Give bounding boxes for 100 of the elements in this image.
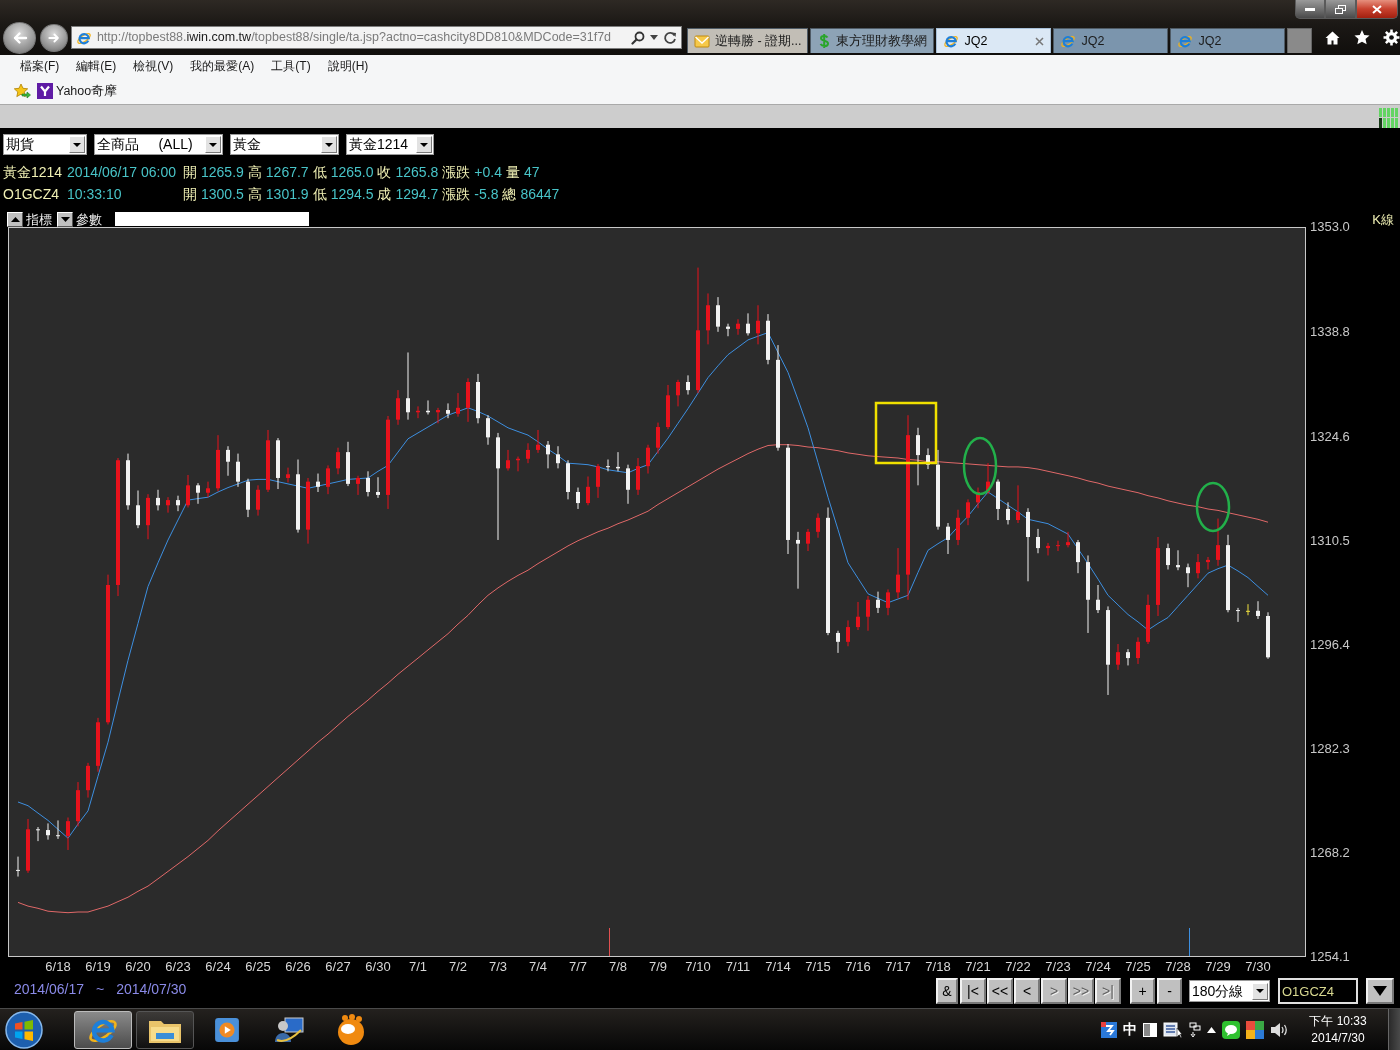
forward-button[interactable] bbox=[40, 23, 68, 52]
e-orbit-icon bbox=[1060, 33, 1077, 49]
date-axis-label: 6/18 bbox=[45, 959, 71, 975]
list-pointer-icon[interactable] bbox=[1163, 1021, 1183, 1038]
navigation-button[interactable]: |< bbox=[960, 978, 986, 1004]
zoom-button[interactable]: - bbox=[1157, 978, 1182, 1004]
quote-label: 低 bbox=[312, 186, 327, 203]
candlestick bbox=[1066, 531, 1070, 548]
speaker-icon[interactable] bbox=[1270, 1021, 1288, 1038]
clock-date[interactable]: 2014/7/30 bbox=[1306, 1029, 1370, 1047]
show-desktop-button[interactable] bbox=[1388, 1009, 1400, 1050]
browser-tab[interactable]: 東方理財教學網 bbox=[810, 28, 935, 53]
panel-toggle-button[interactable] bbox=[7, 211, 23, 227]
star-icon[interactable] bbox=[1353, 29, 1371, 46]
settings-icon[interactable] bbox=[1383, 29, 1400, 46]
bar-grid-icon bbox=[1379, 108, 1398, 128]
close-icon[interactable] bbox=[1035, 36, 1045, 46]
show-hidden-icons-icon[interactable] bbox=[1207, 1026, 1216, 1033]
restore-icon bbox=[1335, 4, 1346, 14]
quote-value: 1300.5 bbox=[201, 186, 244, 203]
taskbar-button[interactable] bbox=[136, 1010, 194, 1049]
candlestick bbox=[646, 444, 650, 475]
contract-select[interactable]: 黃金1214 bbox=[346, 134, 434, 155]
candlestick bbox=[1256, 600, 1260, 620]
candlestick bbox=[526, 442, 530, 464]
menu-item[interactable]: 我的最愛(A) bbox=[186, 59, 259, 74]
favorite-link[interactable]: Yahoo奇摩 bbox=[37, 83, 118, 99]
address-bar[interactable]: http://topbest88.iwin.com.tw/topbest88/single/ta.jsp?actno=cashcity8DD810&MDCode=31f7d bbox=[70, 26, 682, 49]
date-axis-label: 7/1 bbox=[408, 959, 428, 975]
candlestick bbox=[866, 595, 870, 632]
restore-button[interactable] bbox=[1325, 0, 1356, 19]
candlestick bbox=[576, 487, 580, 510]
four-tiles-icon[interactable] bbox=[1246, 1020, 1264, 1039]
refresh-icon[interactable] bbox=[662, 30, 677, 45]
highlight-circle bbox=[1195, 481, 1231, 533]
minimize-button[interactable] bbox=[1295, 0, 1325, 19]
browser-tab[interactable]: JQ2 bbox=[1170, 28, 1286, 53]
menu-item[interactable]: 工具(T) bbox=[267, 59, 315, 74]
caret-icon[interactable] bbox=[649, 35, 658, 40]
browser-tab[interactable]: JQ2 bbox=[1053, 28, 1169, 53]
quote-label: 開 bbox=[183, 164, 197, 181]
quote-label: 漲跌 bbox=[442, 164, 471, 181]
quote-label: 量 bbox=[505, 164, 520, 181]
panel-toggle-button[interactable] bbox=[57, 211, 73, 227]
monitor-person-icon[interactable] bbox=[273, 1015, 305, 1044]
taskbar-button[interactable] bbox=[74, 1010, 132, 1049]
date-axis-label: 7/10 bbox=[685, 959, 711, 975]
envelope-icon bbox=[693, 33, 710, 49]
product-select[interactable]: 全商品 (ALL) bbox=[94, 134, 223, 155]
market-select[interactable]: 期貨 bbox=[3, 134, 87, 155]
half-filled-square-icon[interactable] bbox=[1143, 1022, 1157, 1037]
caret-icon bbox=[420, 142, 428, 147]
zigzag-tile-icon[interactable] bbox=[1101, 1021, 1117, 1038]
period-select[interactable]: 180分線 bbox=[1189, 980, 1270, 1002]
star-arrow-icon[interactable] bbox=[13, 83, 31, 99]
candlestick bbox=[66, 817, 70, 851]
link-button[interactable]: & bbox=[936, 978, 958, 1004]
close-icon bbox=[1372, 4, 1382, 14]
zoom-button[interactable]: + bbox=[1130, 978, 1155, 1004]
menu-item[interactable]: 說明(H) bbox=[323, 59, 373, 74]
candlestick bbox=[966, 498, 970, 526]
close-button[interactable] bbox=[1356, 0, 1398, 19]
menu-item[interactable]: 檢視(V) bbox=[129, 59, 178, 74]
candlestick bbox=[1076, 539, 1080, 574]
commodity-select[interactable]: 黃金 bbox=[230, 134, 339, 155]
search-icon[interactable] bbox=[630, 30, 645, 45]
quote-value: 1265.0 bbox=[330, 164, 374, 181]
candlestick bbox=[1016, 484, 1020, 524]
candlestick bbox=[336, 447, 340, 475]
four-pane-orb-icon[interactable] bbox=[4, 1009, 44, 1050]
browser-tab[interactable]: JQ2 bbox=[936, 28, 1052, 53]
symbol-input[interactable]: O1GCZ4 bbox=[1278, 978, 1358, 1004]
candlestick bbox=[956, 509, 960, 546]
home-icon[interactable] bbox=[1324, 29, 1341, 46]
quote-value: 47 bbox=[523, 164, 540, 181]
input-mode-toggle[interactable]: 中 bbox=[1123, 1021, 1137, 1038]
linked-squares-icon[interactable] bbox=[1189, 1021, 1201, 1038]
candlestick bbox=[286, 467, 290, 483]
quote-value: 1301.9 bbox=[265, 186, 309, 203]
candlestick bbox=[376, 476, 380, 499]
candlestick bbox=[1216, 518, 1220, 567]
candlestick bbox=[716, 296, 720, 333]
browser-tab[interactable]: 逆轉勝 - 證期... bbox=[686, 28, 809, 53]
candlestick bbox=[656, 422, 660, 455]
chat-bubble-icon[interactable] bbox=[1222, 1020, 1240, 1039]
play-tile-icon[interactable] bbox=[214, 1016, 240, 1043]
candlestick bbox=[46, 822, 50, 841]
clock-time[interactable]: 下午 10:33 bbox=[1306, 1012, 1370, 1030]
dropdown-button[interactable] bbox=[1366, 978, 1394, 1004]
quote-value: 1265.9 bbox=[201, 164, 244, 181]
date-axis-label: 7/30 bbox=[1245, 959, 1271, 975]
caret-icon bbox=[325, 142, 333, 147]
navigation-button[interactable]: < bbox=[1014, 978, 1040, 1004]
back-button[interactable] bbox=[3, 21, 37, 54]
candlestick bbox=[556, 445, 560, 469]
date-axis-label: 6/24 bbox=[205, 959, 231, 975]
navigation-button[interactable]: << bbox=[987, 978, 1013, 1004]
menu-item[interactable]: 編輯(E) bbox=[72, 59, 121, 74]
price-axis-label: 1338.8 bbox=[1310, 324, 1351, 339]
menu-item[interactable]: 檔案(F) bbox=[16, 59, 64, 74]
